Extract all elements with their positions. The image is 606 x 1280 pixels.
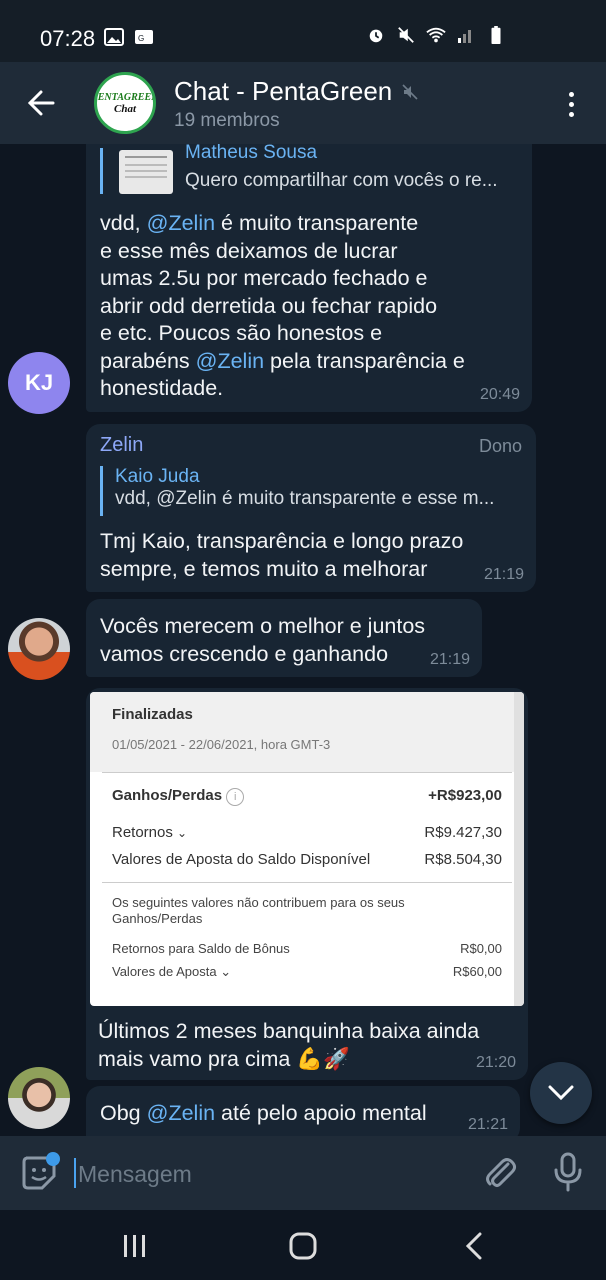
system-nav-bar bbox=[0, 1210, 606, 1280]
chat-header: PENTAGREEN Chat Chat - PentaGreen 19 mem… bbox=[0, 62, 606, 144]
reply-text: vdd, @Zelin é muito transparente e esse … bbox=[115, 488, 495, 509]
gallery-icon bbox=[104, 28, 124, 46]
back-button[interactable] bbox=[22, 84, 60, 122]
signal-icon bbox=[458, 30, 471, 43]
message-bubble[interactable]: Zelin Dono Kaio Juda vdd, @Zelin é muito… bbox=[86, 424, 536, 592]
ss-stakes-value: R$8.504,30 bbox=[424, 851, 502, 868]
home-icon[interactable] bbox=[288, 1232, 318, 1260]
svg-text:G: G bbox=[138, 34, 144, 43]
notification-dot bbox=[46, 1152, 60, 1166]
alarm-icon bbox=[369, 29, 383, 43]
attached-image[interactable]: Finalizadas 01/05/2021 - 22/06/2021, hor… bbox=[90, 692, 524, 1006]
group-avatar[interactable]: PENTAGREEN Chat bbox=[94, 72, 156, 134]
message-input[interactable] bbox=[74, 1154, 454, 1194]
message-text: Vocês merecem o melhor e juntos vamos cr… bbox=[100, 614, 426, 666]
avatar[interactable] bbox=[8, 618, 70, 680]
message-time: 21:19 bbox=[483, 566, 524, 583]
chevron-down-icon: ⌄ bbox=[177, 826, 188, 840]
ss-title: Finalizadas bbox=[112, 706, 193, 723]
ss-returns-value: R$9.427,30 bbox=[424, 824, 502, 841]
reply-preview[interactable]: Kaio Juda vdd, @Zelin é muito transparen… bbox=[100, 466, 524, 516]
avatar[interactable]: KJ bbox=[8, 352, 70, 414]
chevron-down-icon bbox=[548, 1085, 574, 1101]
status-bar: 07:28 G bbox=[0, 0, 606, 70]
wifi-icon bbox=[426, 27, 446, 43]
mention-link[interactable]: @Zelin bbox=[147, 1101, 215, 1125]
battery-icon bbox=[491, 26, 501, 44]
ss-date: 01/05/2021 - 22/06/2021, hora GMT-3 bbox=[112, 737, 331, 752]
ss-gains-value: +R$923,00 bbox=[428, 787, 502, 804]
ss-bet-value: R$60,00 bbox=[452, 964, 502, 979]
mention-link[interactable]: @Zelin bbox=[147, 211, 215, 235]
muted-icon bbox=[402, 83, 418, 100]
info-icon: i bbox=[226, 788, 245, 806]
message-time: 21:19 bbox=[429, 651, 470, 668]
avatar-logo-text: PENTAGREEN bbox=[94, 91, 156, 103]
avatar-initials: KJ bbox=[24, 370, 54, 395]
message-text: Últimos 2 meses banquinha baixa ainda ma… bbox=[98, 1019, 480, 1071]
scroll-to-bottom-button[interactable] bbox=[530, 1062, 592, 1124]
reply-author: Kaio Juda bbox=[115, 466, 200, 487]
member-count: 19 membros bbox=[174, 110, 280, 131]
chat-title-row[interactable]: Chat - PentaGreen bbox=[174, 76, 418, 107]
chat-title: Chat - PentaGreen bbox=[174, 76, 393, 106]
message-time: 21:20 bbox=[475, 1054, 516, 1071]
message-text: vdd, @Zelin é muito transparente e esse … bbox=[100, 211, 465, 400]
ss-stakes-label: Valores de Aposta do Saldo Disponível bbox=[112, 851, 371, 868]
message-bubble[interactable]: Matheus Sousa Quero compartilhar com voc… bbox=[86, 144, 532, 412]
attach-icon[interactable] bbox=[482, 1154, 518, 1192]
message-composer bbox=[0, 1136, 606, 1210]
more-menu-button[interactable] bbox=[556, 86, 586, 122]
message-text: Obg @Zelin até pelo apoio mental bbox=[100, 1101, 427, 1125]
ss-bonus-value: R$0,00 bbox=[460, 941, 502, 956]
message-bubble[interactable]: Vocês merecem o melhor e juntos vamos cr… bbox=[86, 599, 482, 677]
mention-link[interactable]: @Zelin bbox=[196, 349, 264, 373]
ss-bet-label: Valores de Aposta bbox=[112, 964, 217, 979]
message-time: 21:21 bbox=[467, 1116, 508, 1133]
message-time: 20:49 bbox=[479, 386, 520, 403]
message-text: Tmj Kaio, transparência e longo prazo se… bbox=[100, 529, 464, 581]
avatar-logo-chat: Chat bbox=[113, 102, 136, 115]
ss-returns-label: Retornos bbox=[112, 824, 173, 841]
microphone-icon[interactable] bbox=[552, 1152, 584, 1192]
ss-gains-label: Ganhos/Perdas bbox=[112, 787, 223, 804]
reply-thumbnail bbox=[119, 150, 173, 194]
reply-preview[interactable]: Matheus Sousa Quero compartilhar com voc… bbox=[100, 144, 520, 194]
message-list[interactable]: Matheus Sousa Quero compartilhar com voc… bbox=[0, 144, 606, 1136]
admin-badge: Dono bbox=[478, 436, 522, 456]
mute-icon bbox=[398, 27, 414, 43]
ss-bonus-label: Retornos para Saldo de Bônus bbox=[112, 941, 290, 956]
cast-icon: G bbox=[135, 30, 153, 44]
status-time: 07:28 bbox=[40, 26, 96, 51]
reply-author: Matheus Sousa bbox=[185, 144, 318, 163]
chevron-down-icon: ⌄ bbox=[220, 964, 232, 979]
back-nav-icon[interactable] bbox=[460, 1232, 490, 1260]
reply-text: Quero compartilhar com vocês o re... bbox=[185, 170, 498, 191]
ss-note: Os seguintes valores não contribuem para… bbox=[112, 895, 405, 926]
back-arrow-icon bbox=[27, 90, 55, 116]
message-bubble[interactable]: Obg @Zelin até pelo apoio mental 21:21 bbox=[86, 1086, 520, 1136]
avatar[interactable] bbox=[8, 1067, 70, 1129]
sender-name[interactable]: Zelin bbox=[100, 434, 143, 457]
message-bubble[interactable]: Finalizadas 01/05/2021 - 22/06/2021, hor… bbox=[86, 688, 528, 1080]
recent-apps-icon[interactable] bbox=[120, 1232, 150, 1260]
